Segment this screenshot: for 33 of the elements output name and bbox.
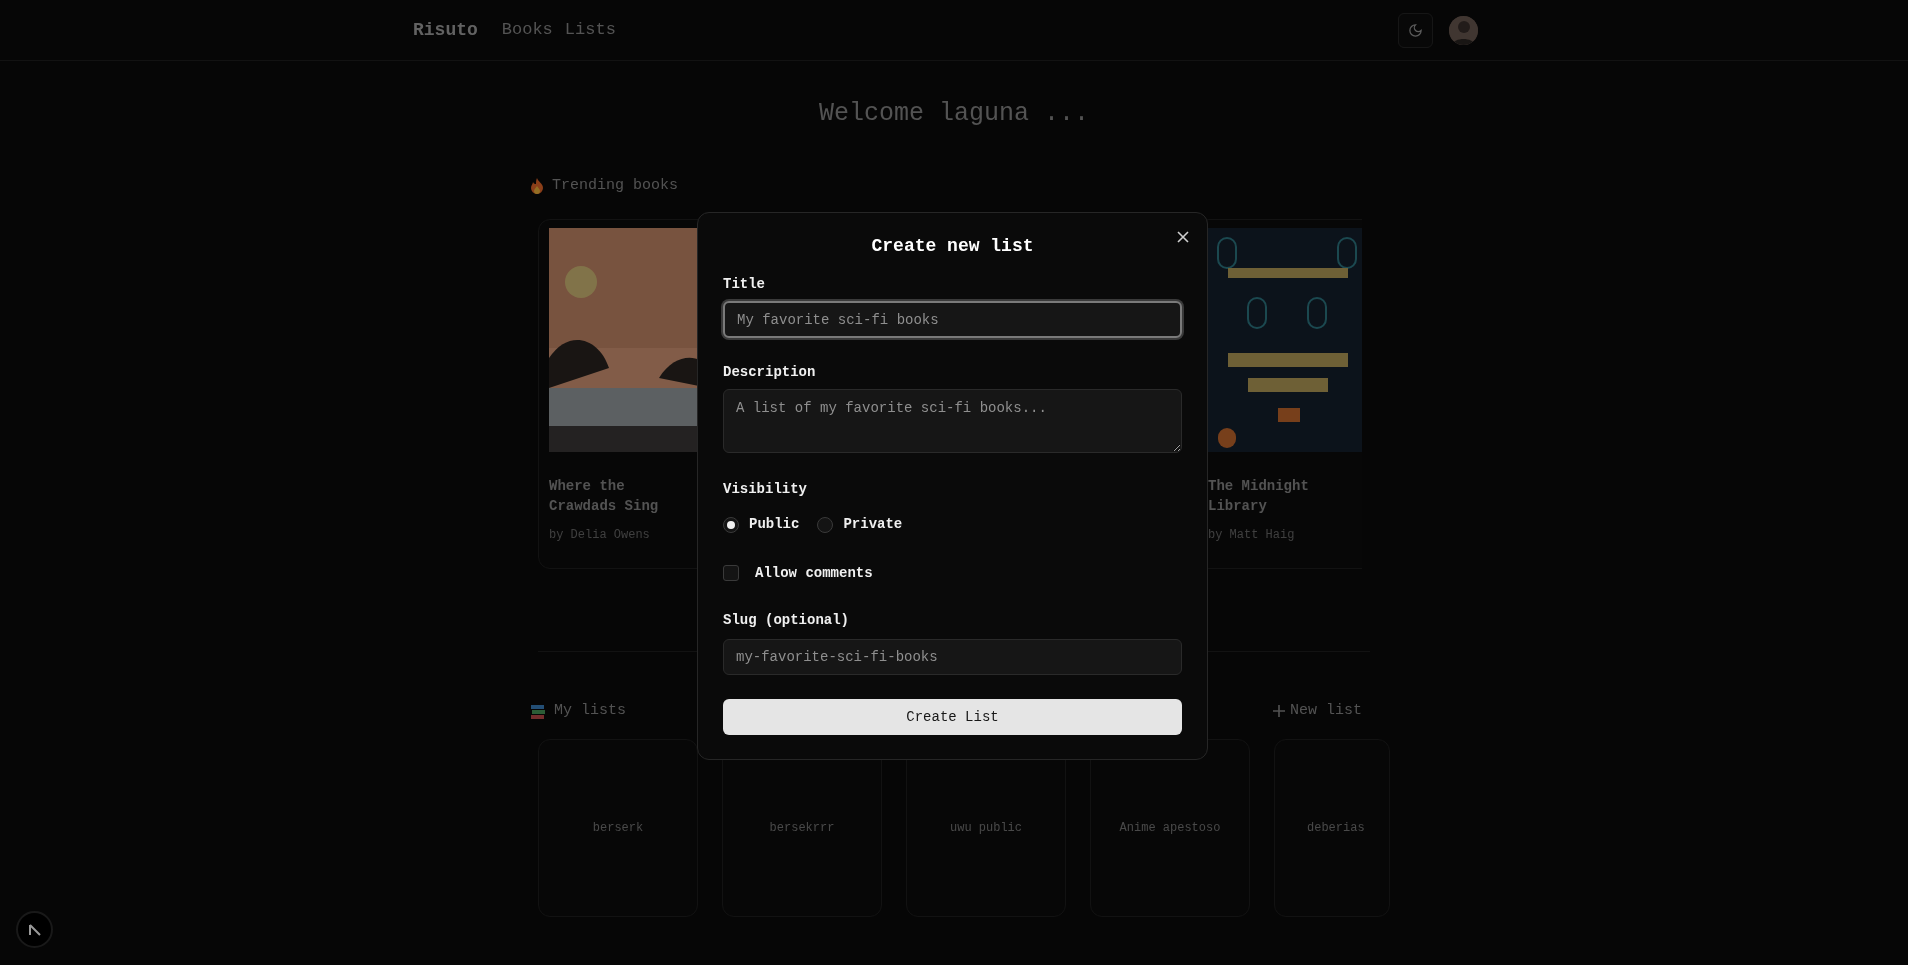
- nav-link[interactable]: Lists: [564, 17, 616, 43]
- dialog-title: Create new list: [870, 235, 1035, 258]
- list-card[interactable]: Anime apestoso: [1090, 738, 1250, 917]
- logo[interactable]: Risuto: [413, 16, 478, 44]
- slash-logo-icon: [27, 922, 42, 937]
- list-card[interactable]: berserk: [538, 738, 698, 917]
- corner-logo-button[interactable]: [16, 911, 53, 948]
- plus-icon: [1272, 704, 1286, 719]
- nav-link[interactable]: Books: [501, 17, 553, 43]
- radio-label[interactable]: Private: [843, 514, 903, 535]
- flame-icon: [530, 177, 544, 195]
- close-button[interactable]: [1175, 229, 1191, 245]
- book-title: The Midnight Library: [1208, 477, 1310, 516]
- section-heading: My lists: [554, 701, 626, 721]
- close-icon: [1176, 230, 1190, 244]
- checkbox-label[interactable]: Allow comments: [755, 563, 873, 584]
- field-label: Slug (optional): [723, 611, 851, 630]
- create-list-button[interactable]: Create List: [723, 699, 1182, 735]
- theme-toggle-button[interactable]: [1398, 12, 1433, 48]
- section-heading: Trending books: [552, 175, 679, 196]
- moon-icon: [1408, 22, 1423, 38]
- slug-input[interactable]: my-favorite-sci-fi-books: [723, 639, 1182, 675]
- list-card[interactable]: deberias: [1274, 738, 1390, 917]
- radio-button[interactable]: [723, 516, 739, 533]
- welcome-heading: Welcome laguna ...: [817, 98, 1090, 130]
- radio-button[interactable]: [817, 516, 834, 533]
- description-textarea[interactable]: A list of my favorite sci-fi books...: [723, 389, 1182, 453]
- book-title: Where the Crawdads Sing: [549, 477, 660, 516]
- title-input[interactable]: My favorite sci-fi books: [723, 301, 1182, 338]
- checkbox[interactable]: [723, 564, 739, 581]
- new-list-button[interactable]: New list: [1272, 700, 1362, 723]
- books-icon: [530, 702, 546, 720]
- radio-label[interactable]: Public: [749, 514, 800, 535]
